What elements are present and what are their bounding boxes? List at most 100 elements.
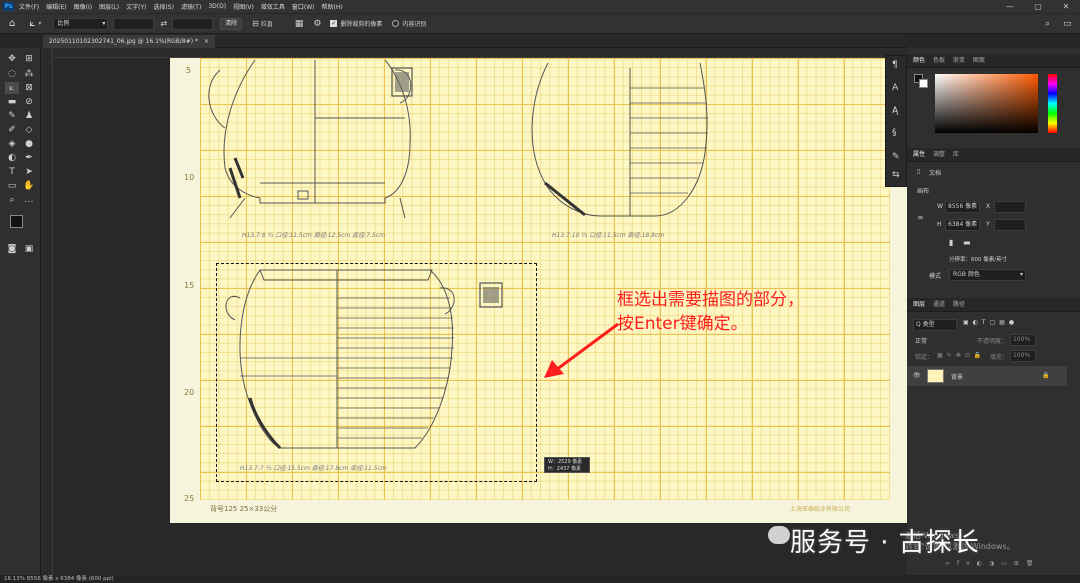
ratio-height-input[interactable] xyxy=(172,17,214,30)
ratio-select[interactable]: 比例 ▾ xyxy=(53,17,109,30)
lock-icons[interactable]: ▦✎✥⊡🔒 xyxy=(937,352,985,359)
paragraph-icon[interactable]: ¶ xyxy=(892,60,898,70)
menu-edit[interactable]: 编辑(E) xyxy=(46,2,66,11)
hand-tool-icon[interactable]: ✋ xyxy=(22,180,36,192)
pen-tool-icon[interactable]: ✒ xyxy=(22,152,36,164)
tab-properties[interactable]: 属性 xyxy=(913,151,925,158)
tab-channels[interactable]: 通道 xyxy=(933,301,945,308)
y-input[interactable] xyxy=(994,219,1026,231)
straighten-icon[interactable]: ⊟ xyxy=(252,19,259,28)
eyedropper-icon[interactable]: ▬ xyxy=(5,96,19,108)
overlay-grid-icon[interactable]: ▦ xyxy=(295,19,304,29)
home-icon[interactable]: ⌂ xyxy=(9,18,15,29)
history-brush-icon[interactable]: ✐ xyxy=(5,124,19,136)
menu-window[interactable]: 窗口(W) xyxy=(292,2,315,11)
blur-tool-icon[interactable]: ● xyxy=(22,138,36,150)
hue-slider[interactable] xyxy=(1048,74,1057,133)
link-icon[interactable]: ∞ xyxy=(917,213,924,222)
menu-help[interactable]: 帮助(H) xyxy=(322,2,343,11)
layer-filter-icons[interactable]: ▣◐T▢▤● xyxy=(963,319,1018,326)
glyphs-icon[interactable]: Ą xyxy=(892,106,898,116)
eraser-tool-icon[interactable]: ◇ xyxy=(22,124,36,136)
tab-libraries[interactable]: 库 xyxy=(953,151,959,158)
height-input[interactable]: 6384 像素 xyxy=(945,219,980,231)
mode-select[interactable]: RGB 颜色 ▾ xyxy=(949,269,1026,281)
content-aware-checkbox[interactable] xyxy=(392,20,400,27)
menu-file[interactable]: 文件(F) xyxy=(19,2,39,11)
paint-bucket-icon[interactable]: ◈ xyxy=(5,138,19,150)
clear-button[interactable]: 清除 xyxy=(220,17,243,30)
more-tools-icon[interactable]: … xyxy=(22,194,36,206)
brush-tool-icon[interactable]: ✎ xyxy=(5,110,19,122)
menu-image[interactable]: 图像(I) xyxy=(74,2,92,11)
menu-type[interactable]: 文字(Y) xyxy=(126,2,146,11)
search-icon[interactable]: ⌕ xyxy=(1045,19,1050,29)
layer-filter-select[interactable]: Q 类型 xyxy=(913,319,957,331)
minimize-icon[interactable]: — xyxy=(996,0,1024,13)
adjust-icon[interactable]: § xyxy=(892,128,897,138)
type-tool-icon[interactable]: T xyxy=(5,166,19,178)
tab-swatches[interactable]: 色板 xyxy=(933,57,945,64)
document-tab[interactable]: 20250110102302741_06.jpg @ 16.1%(RGB/8#)… xyxy=(43,35,215,48)
lasso-tool-icon[interactable]: ◌ xyxy=(5,68,19,80)
tab-layers[interactable]: 图层 xyxy=(913,301,925,308)
opacity-input[interactable]: 100% xyxy=(1010,334,1036,346)
close-icon[interactable]: ✕ xyxy=(1052,0,1080,13)
portrait-icon[interactable]: ▮ xyxy=(949,238,953,247)
rectangle-tool-icon[interactable]: ▭ xyxy=(5,180,19,192)
maximize-icon[interactable]: ▢ xyxy=(1024,0,1052,13)
swap-icon[interactable]: ⇄ xyxy=(160,19,167,28)
magic-wand-icon[interactable]: ⁂ xyxy=(22,68,36,80)
path-select-icon[interactable]: ➤ xyxy=(22,166,36,178)
ratio-width-input[interactable] xyxy=(113,17,155,30)
document-tab-bar: 20250110102302741_06.jpg @ 16.1%(RGB/8#)… xyxy=(41,35,907,48)
screen-mode-icon[interactable]: ▣ xyxy=(22,243,36,255)
ruler-tool-icon[interactable]: ⊘ xyxy=(22,96,36,108)
blend-mode-select[interactable]: 正常 xyxy=(915,336,927,345)
menu-3d[interactable]: 3D(D) xyxy=(208,3,226,10)
photoshop-logo-icon: Ps xyxy=(3,2,14,11)
character-icon[interactable]: A xyxy=(892,83,898,93)
menu-layer[interactable]: 图层(L) xyxy=(99,2,119,11)
move-tool-icon[interactable]: ✥ xyxy=(5,53,19,65)
tab-adjustments[interactable]: 调整 xyxy=(933,151,945,158)
options-bar: ⌂ ⟀ ▾ 比例 ▾ ⇄ 清除 ⊟ 拉直 ▦ ⚙ ✓ 删除裁剪的像素 内容识别 ⌕… xyxy=(0,13,1080,34)
workspace-icon[interactable]: ▭ xyxy=(1063,19,1072,29)
dodge-tool-icon[interactable]: ◐ xyxy=(5,152,19,164)
artboard-tool-icon[interactable]: ⊞ xyxy=(22,53,36,65)
straighten-button[interactable]: 拉直 xyxy=(261,19,273,28)
tab-paths[interactable]: 路径 xyxy=(953,301,965,308)
menu-view[interactable]: 视图(V) xyxy=(233,2,254,11)
opacity-label: 不透明度： xyxy=(977,338,1008,345)
layer-row-background[interactable]: 👁 背景 🔒 xyxy=(907,366,1067,386)
gear-icon[interactable]: ⚙ xyxy=(313,19,321,29)
delete-cropped-checkbox[interactable]: ✓ xyxy=(330,20,338,27)
stamp-tool-icon[interactable]: ♟ xyxy=(22,110,36,122)
frame-tool-icon[interactable]: ⊠ xyxy=(22,82,36,94)
tab-gradients[interactable]: 渐变 xyxy=(953,57,965,64)
tab-patterns[interactable]: 图案 xyxy=(973,57,985,64)
menu-filter[interactable]: 滤镜(T) xyxy=(181,2,201,11)
crop-tool-icon[interactable]: ⟀ xyxy=(29,18,35,29)
crop-selection[interactable] xyxy=(216,263,537,482)
sliders-icon[interactable]: ⇆ xyxy=(892,170,900,180)
color-field[interactable] xyxy=(935,74,1038,133)
landscape-icon[interactable]: ▬ xyxy=(963,238,971,247)
bg-color-chip[interactable] xyxy=(919,79,928,88)
menu-plugins[interactable]: 增效工具 xyxy=(261,2,285,11)
quick-mask-icon[interactable]: ◙ xyxy=(5,243,19,255)
width-input[interactable]: 8556 像素 xyxy=(945,201,980,213)
fill-input[interactable]: 100% xyxy=(1010,350,1036,362)
chevron-down-icon[interactable]: ▾ xyxy=(38,20,41,27)
foreground-color-swatch[interactable] xyxy=(10,215,23,228)
tab-color[interactable]: 颜色 xyxy=(913,57,925,64)
eye-icon[interactable]: 👁 xyxy=(913,372,921,379)
zoom-tool-icon[interactable]: ⌕ xyxy=(5,194,19,206)
close-tab-icon[interactable]: × xyxy=(204,38,209,45)
x-input[interactable] xyxy=(994,201,1026,213)
lock-icon: 🔒 xyxy=(1042,372,1050,379)
brush-settings-icon[interactable]: ✎ xyxy=(892,152,900,162)
crop-tool-icon[interactable]: ⟀ xyxy=(5,82,19,94)
menu-select[interactable]: 选择(S) xyxy=(153,2,174,11)
layer-footer-icons[interactable]: ∞fx◐◑▭⊞🗑 xyxy=(945,560,1040,567)
